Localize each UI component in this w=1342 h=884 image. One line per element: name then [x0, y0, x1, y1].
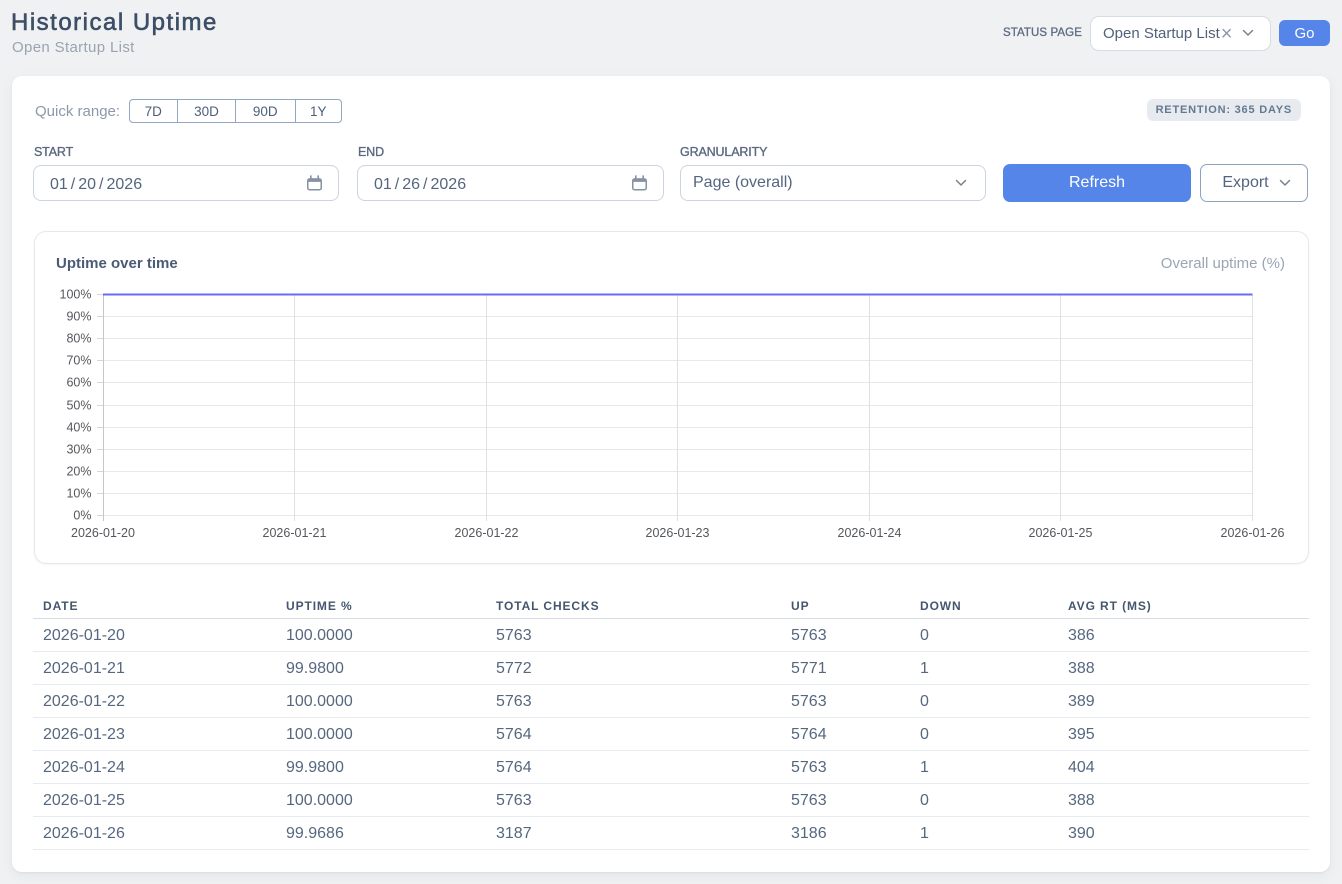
svg-text:90%: 90%	[66, 310, 91, 324]
svg-text:70%: 70%	[66, 354, 91, 368]
svg-text:2026-01-25: 2026-01-25	[1029, 526, 1093, 540]
svg-text:2026-01-20: 2026-01-20	[71, 526, 135, 540]
svg-text:2026-01-21: 2026-01-21	[263, 526, 327, 540]
svg-text:50%: 50%	[66, 399, 91, 413]
svg-text:2026-01-23: 2026-01-23	[646, 526, 710, 540]
svg-text:20%: 20%	[66, 465, 91, 479]
svg-text:80%: 80%	[66, 332, 91, 346]
svg-text:0%: 0%	[73, 509, 91, 523]
svg-text:100%: 100%	[60, 288, 92, 302]
svg-text:10%: 10%	[66, 487, 91, 501]
svg-text:30%: 30%	[66, 443, 91, 457]
svg-text:2026-01-26: 2026-01-26	[1221, 526, 1285, 540]
svg-text:2026-01-24: 2026-01-24	[838, 526, 902, 540]
svg-text:60%: 60%	[66, 376, 91, 390]
svg-text:40%: 40%	[66, 421, 91, 435]
svg-text:2026-01-22: 2026-01-22	[455, 526, 519, 540]
